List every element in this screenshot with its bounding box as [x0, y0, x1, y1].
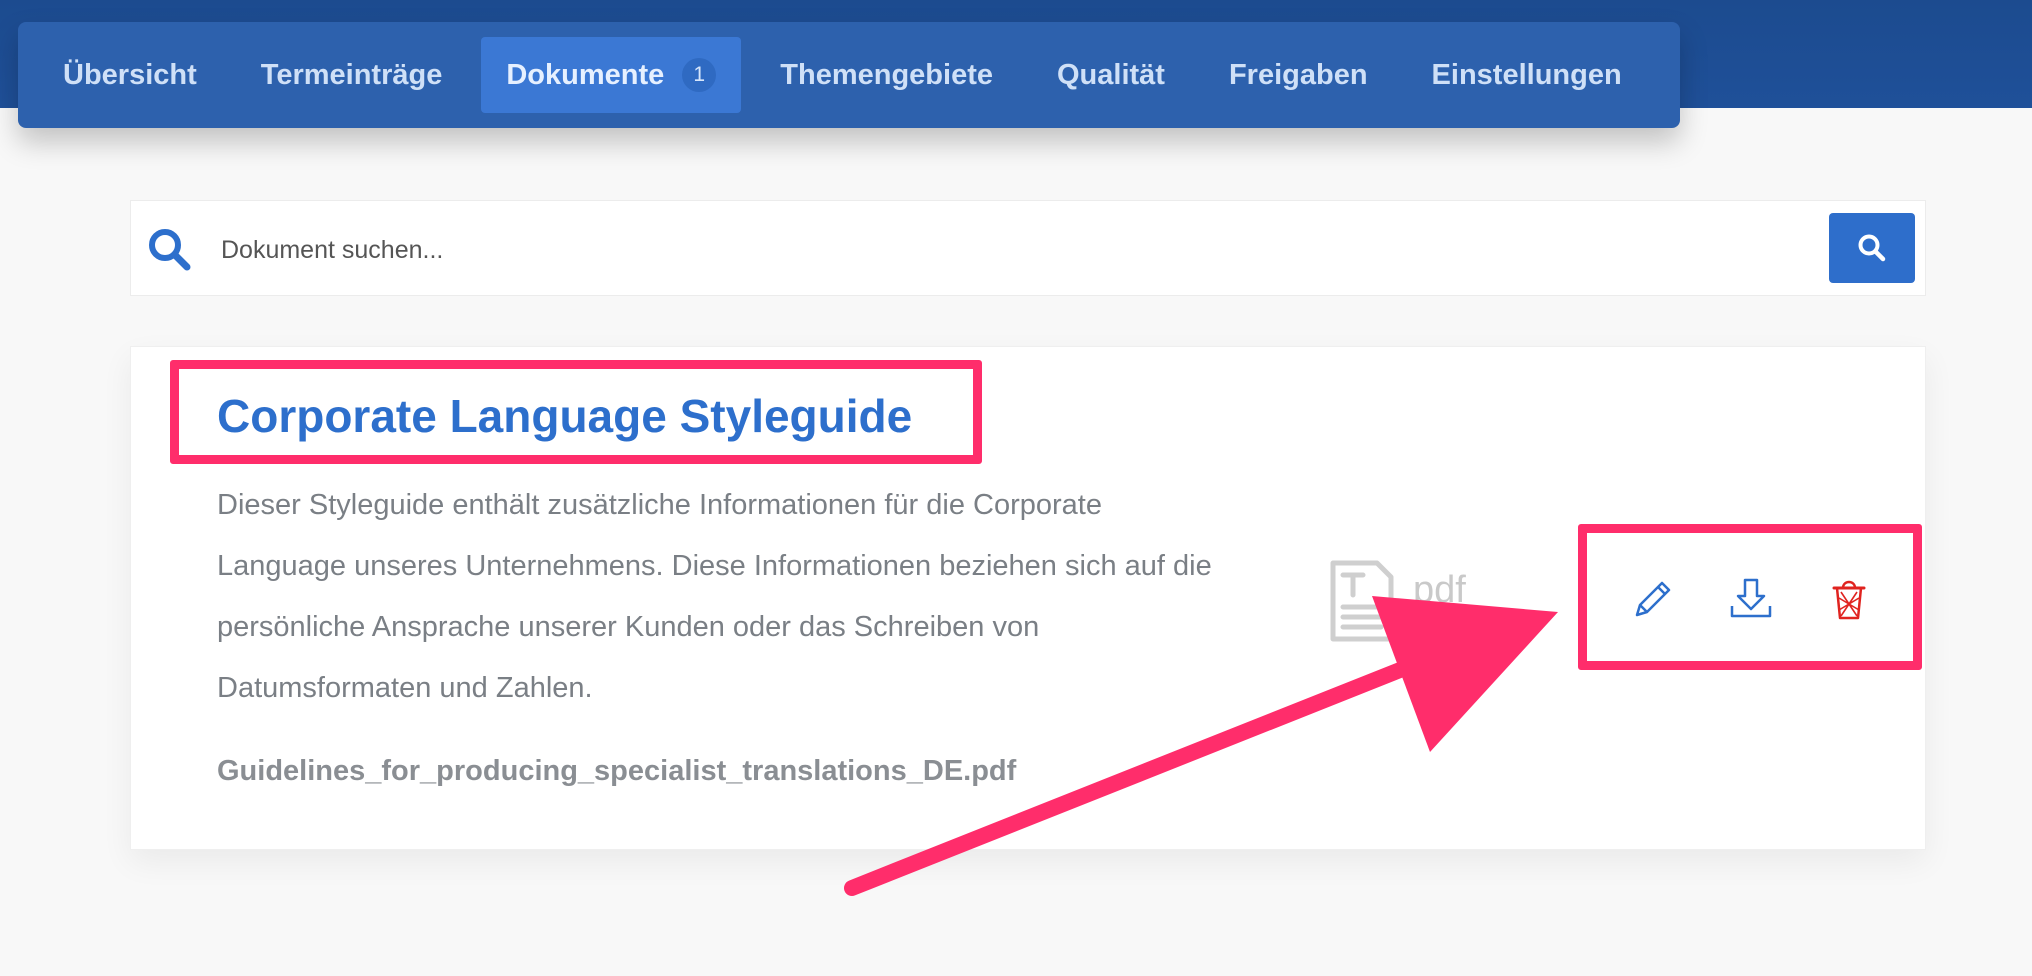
annotation-arrow	[844, 596, 1558, 896]
